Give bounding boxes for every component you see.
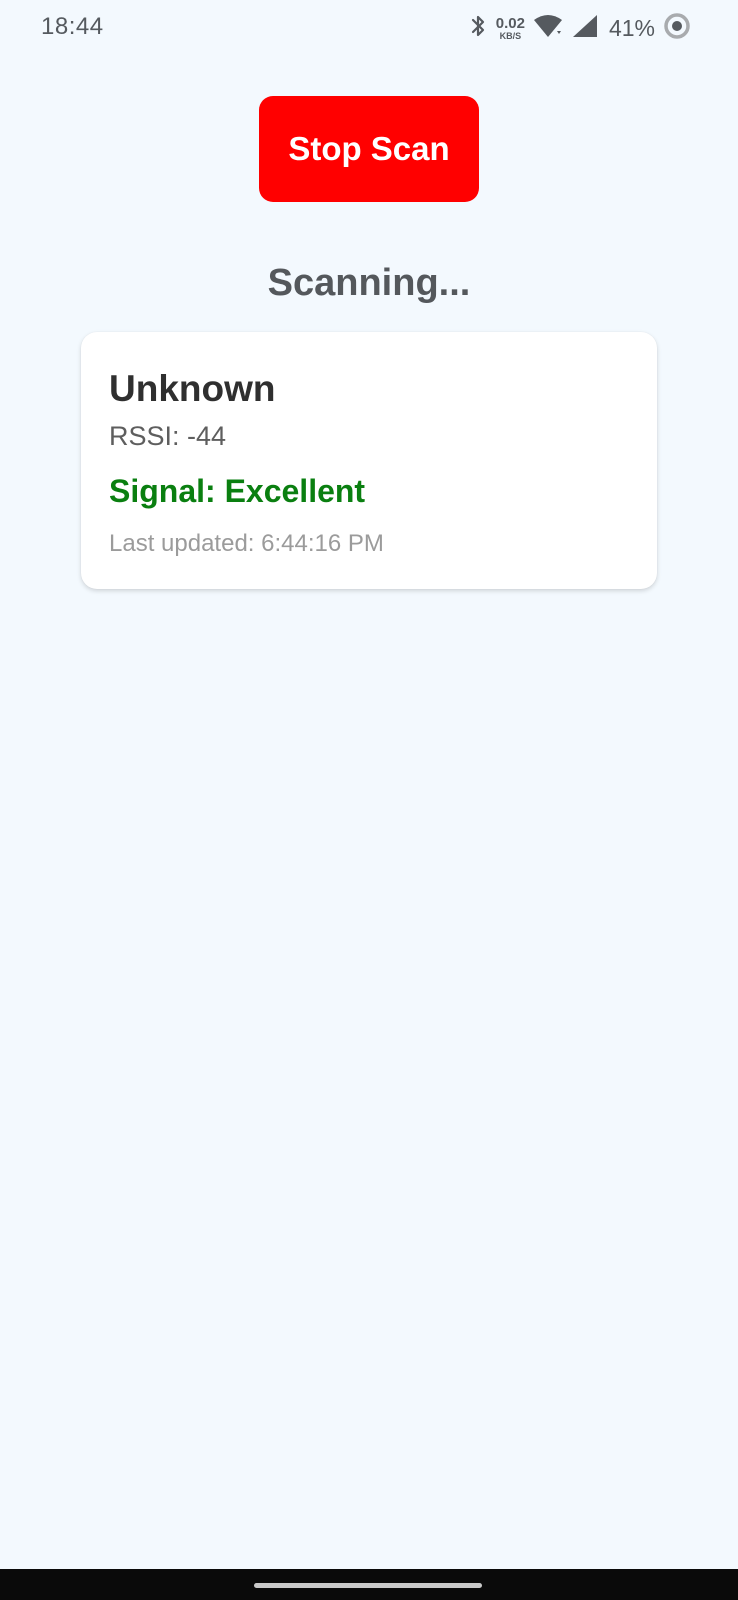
device-last-updated: Last updated: 6:44:16 PM bbox=[109, 530, 384, 557]
status-time: 18:44 bbox=[41, 13, 104, 40]
net-speed: 0.02 KB/S bbox=[496, 16, 525, 41]
battery-ring-icon bbox=[663, 12, 691, 45]
navigation-bar bbox=[0, 1569, 738, 1600]
scan-status: Scanning... bbox=[267, 262, 471, 304]
status-bar: 18:44 0.02 KB/S 41% bbox=[0, 0, 738, 56]
device-card[interactable]: Unknown RSSI: -44 Signal: Excellent Last… bbox=[81, 332, 657, 589]
net-speed-value: 0.02 bbox=[495, 14, 525, 32]
home-indicator[interactable] bbox=[254, 1583, 482, 1588]
bluetooth-icon bbox=[470, 13, 486, 44]
wifi-icon bbox=[533, 13, 563, 44]
stop-scan-button[interactable]: Stop Scan bbox=[259, 96, 479, 202]
status-icons: 0.02 KB/S 41% bbox=[470, 12, 691, 44]
device-name: Unknown bbox=[109, 368, 276, 409]
cell-signal-icon bbox=[571, 13, 599, 44]
net-speed-unit: KB/S bbox=[499, 30, 522, 41]
battery-percent: 41% bbox=[608, 14, 655, 41]
device-signal-quality: Signal: Excellent bbox=[109, 473, 366, 509]
device-rssi: RSSI: -44 bbox=[109, 421, 227, 451]
